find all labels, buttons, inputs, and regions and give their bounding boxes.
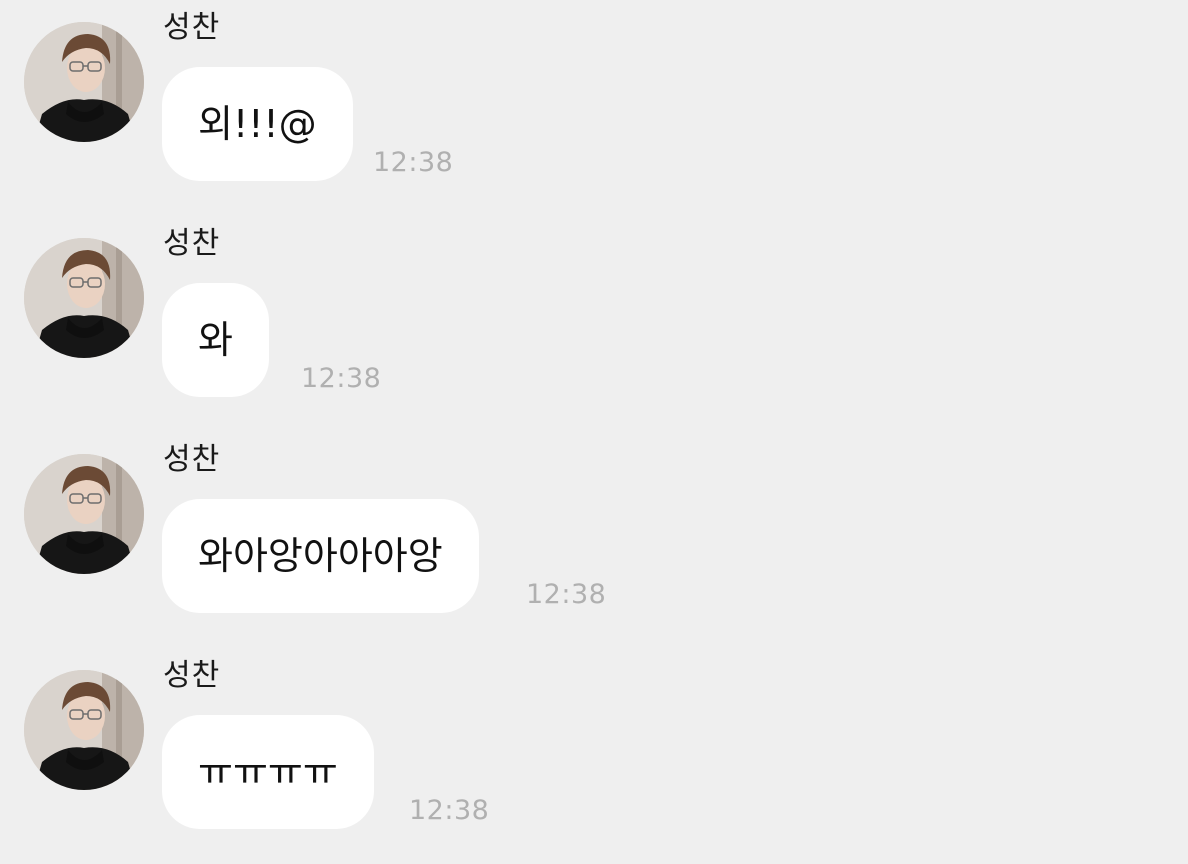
profile-photo-icon (24, 238, 144, 358)
message-bubble[interactable]: 와 (162, 283, 269, 397)
message-bubble[interactable]: 와아앙아아아앙 (162, 499, 479, 613)
message-bubble[interactable]: ㅠㅠㅠㅠ (162, 715, 374, 829)
avatar[interactable] (24, 670, 144, 790)
message-row: 성찬 와아앙아아아앙 12:38 (0, 432, 1188, 632)
message-timestamp: 12:38 (301, 363, 382, 394)
message-timestamp: 12:38 (526, 579, 607, 610)
message-row: 성찬 와 12:38 (0, 216, 1188, 416)
avatar[interactable] (24, 238, 144, 358)
message-timestamp: 12:38 (409, 795, 490, 826)
profile-photo-icon (24, 670, 144, 790)
message-row: 성찬 ㅠㅠㅠㅠ 12:38 (0, 648, 1188, 848)
message-row: 성찬 외!!!@ 12:38 (0, 0, 1188, 200)
avatar[interactable] (24, 454, 144, 574)
sender-name: 성찬 (163, 658, 221, 693)
message-timestamp: 12:38 (373, 147, 454, 178)
sender-name: 성찬 (163, 226, 221, 261)
avatar[interactable] (24, 22, 144, 142)
profile-photo-icon (24, 454, 144, 574)
sender-name: 성찬 (163, 10, 221, 45)
profile-photo-icon (24, 22, 144, 142)
chat-area[interactable]: 성찬 외!!!@ 12:38 성찬 와 12:38 성찬 와아앙아아아앙 12:… (0, 0, 1188, 864)
message-bubble[interactable]: 외!!!@ (162, 67, 353, 181)
sender-name: 성찬 (163, 442, 221, 477)
